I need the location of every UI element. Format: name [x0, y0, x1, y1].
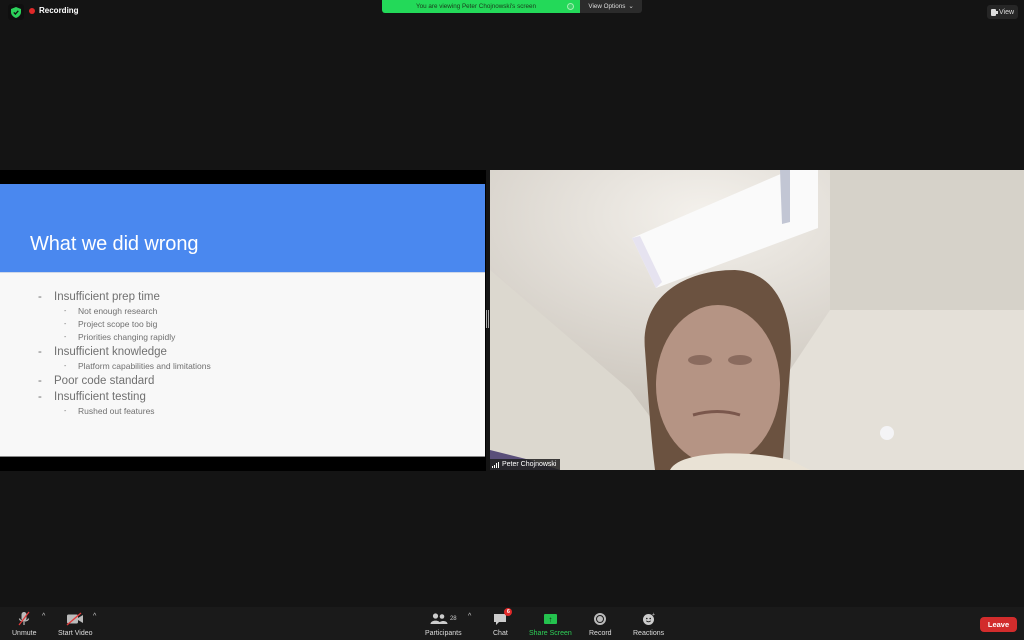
viewing-screen-notice: You are viewing Peter Chojnowski's scree… — [382, 0, 580, 13]
share-screen-arrow-icon: ↑ — [543, 614, 557, 624]
participants-button[interactable]: 28 Participants — [425, 611, 462, 637]
share-screen-icon-wrap: ↑ — [543, 611, 557, 627]
recording-dot-icon — [29, 7, 35, 14]
chat-bubble-icon: 6 — [493, 608, 513, 627]
chat-button[interactable]: 6 Chat — [493, 608, 513, 637]
sub-bullet-item: Project scope too big — [0, 318, 485, 331]
view-layout-icon — [990, 8, 998, 16]
reactions-label: Reactions — [633, 630, 665, 637]
participant-video — [490, 170, 1024, 470]
sub-bullet-item: Rushed out features — [0, 405, 485, 418]
presentation-slide: What we did wrong Insufficient prep time… — [0, 184, 485, 457]
participant-name-tag: Peter Chojnowski — [490, 459, 561, 470]
start-video-button[interactable]: Start Video — [58, 611, 93, 637]
shared-screen-panel: What we did wrong Insufficient prep time… — [0, 170, 486, 471]
security-shield-icon[interactable] — [8, 4, 24, 20]
signal-strength-icon — [492, 461, 499, 468]
meeting-controls-toolbar: Unmute ^ Start Video ^ 28 Participants ^… — [0, 607, 1024, 640]
record-icon-wrap — [594, 611, 607, 627]
bullet-item: Poor code standard — [0, 373, 485, 389]
view-options-button[interactable]: View Options ⌄ — [580, 0, 642, 13]
view-options-label: View Options — [588, 3, 626, 10]
slide-bullet-list: Insufficient prep time Not enough resear… — [0, 289, 485, 418]
participants-icon: 28 — [430, 611, 457, 627]
recording-label: Recording — [39, 6, 79, 15]
video-options-caret-icon[interactable]: ^ — [93, 613, 96, 620]
sub-bullet-item: Priorities changing rapidly — [0, 331, 485, 344]
participant-name: Peter Chojnowski — [502, 461, 557, 468]
split-view-resize-handle[interactable] — [486, 310, 489, 328]
view-button[interactable]: View — [987, 5, 1018, 19]
bullet-item: Insufficient testing — [0, 389, 485, 405]
leave-meeting-button[interactable]: Leave — [980, 617, 1017, 632]
screen-share-banner: You are viewing Peter Chojnowski's scree… — [382, 0, 642, 13]
participants-label: Participants — [425, 630, 462, 637]
participants-count: 28 — [449, 616, 457, 622]
muted-microphone-icon — [16, 611, 32, 627]
bullet-item: Insufficient knowledge — [0, 344, 485, 360]
svg-text:+: + — [652, 612, 655, 618]
sub-bullet-item: Not enough research — [0, 305, 485, 318]
slide-title: What we did wrong — [30, 233, 199, 255]
zoom-meeting-window: Recording You are viewing Peter Chojnows… — [0, 0, 1024, 640]
bullet-item: Insufficient prep time — [0, 289, 485, 305]
viewing-screen-text: You are viewing Peter Chojnowski's scree… — [416, 3, 536, 10]
unmute-button[interactable]: Unmute — [12, 611, 37, 637]
audio-options-caret-icon[interactable]: ^ — [42, 613, 45, 620]
chat-unread-badge: 6 — [504, 608, 513, 616]
chat-label: Chat — [493, 630, 508, 637]
share-status-icon — [567, 3, 574, 10]
chevron-down-icon: ⌄ — [628, 3, 634, 10]
view-button-label: View — [998, 8, 1015, 16]
recording-indicator[interactable]: Recording — [29, 6, 79, 15]
record-label: Record — [589, 630, 612, 637]
video-off-icon — [66, 611, 84, 627]
video-frame — [490, 170, 1024, 470]
share-screen-button[interactable]: ↑ Share Screen — [529, 611, 572, 637]
reactions-smiley-icon: + — [642, 611, 656, 627]
record-icon — [594, 613, 607, 625]
start-video-label: Start Video — [58, 630, 93, 637]
share-screen-label: Share Screen — [529, 630, 572, 637]
slide-header: What we did wrong — [0, 184, 485, 273]
participants-options-caret-icon[interactable]: ^ — [468, 613, 471, 620]
sub-bullet-item: Platform capabilities and limitations — [0, 360, 485, 373]
record-button[interactable]: Record — [589, 611, 612, 637]
unmute-label: Unmute — [12, 630, 37, 637]
reactions-button[interactable]: + Reactions — [633, 611, 664, 637]
